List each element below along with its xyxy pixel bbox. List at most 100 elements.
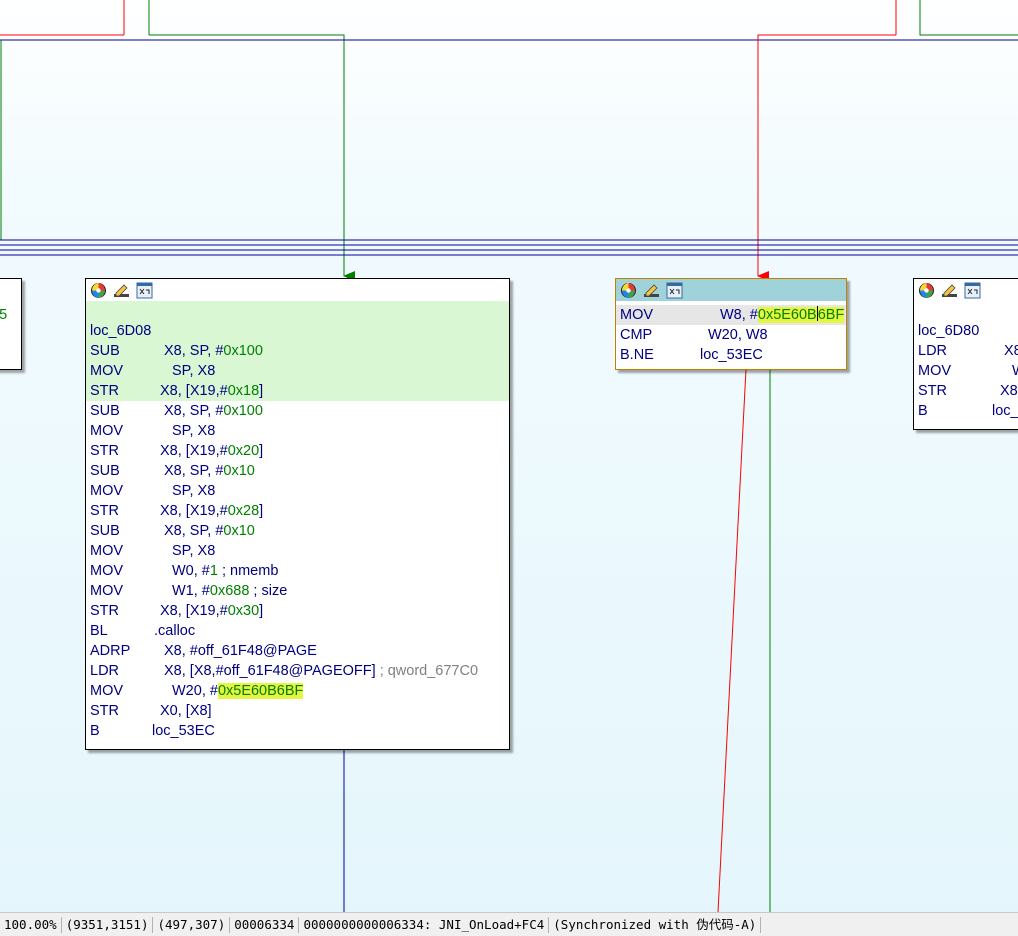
instruction-line[interactable]: SUB X8, SP, #0x10: [86, 521, 509, 541]
instruction-line[interactable]: B.NE loc_53EC: [616, 345, 846, 365]
instruction-operands: W1, #0x688 ; size: [172, 581, 287, 601]
instruction-line[interactable]: MOV SP, X8: [86, 421, 509, 441]
operand-text: ]: [259, 443, 264, 459]
instruction-line[interactable]: STR X8, [X19,#0x28]: [86, 501, 509, 521]
instruction-operands: X8, SP, #0x100: [164, 401, 263, 421]
operand-text: loc_: [992, 403, 1018, 419]
operand-text: X8, [X19,#: [160, 503, 228, 519]
instruction-operands: X8: [1000, 381, 1018, 401]
instruction-mnemonic: MOV: [90, 563, 124, 579]
node-color-icon[interactable]: [918, 282, 935, 299]
instruction-line[interactable]: CMP W20, W8: [616, 325, 846, 345]
instruction-line[interactable]: MOV W: [914, 361, 1018, 381]
instruction-mnemonic: MOV: [90, 363, 124, 379]
status-bar: 100.00% (9351,3151) (497,307) 00006334 0…: [0, 912, 1018, 936]
graph-node-loc-6d08[interactable]: loc_6D08 SUB X8, SP, #0x100 MOV SP, X8 STR X8…: [85, 278, 510, 750]
instruction-mnemonic: B: [90, 723, 100, 739]
instruction-mnemonic: BL: [90, 623, 108, 639]
operand-text: ]: [259, 603, 264, 619]
instruction-line[interactable]: MOV W20, #0x5E60B6BF: [86, 681, 509, 701]
node-color-icon[interactable]: [90, 282, 107, 299]
group-nodes-icon[interactable]: [964, 282, 981, 299]
status-file-offset: 00006334: [230, 916, 300, 933]
instruction-line[interactable]: LDR X8: [914, 341, 1018, 361]
instruction-line[interactable]: SUB X8, SP, #0x10: [86, 461, 509, 481]
instruction-line[interactable]: STR X8: [914, 381, 1018, 401]
operand-text: loc_53EC: [700, 347, 763, 363]
node-body: 05: [0, 301, 21, 325]
instruction-mnemonic: LDR: [918, 343, 948, 359]
instruction-mnemonic: STR: [90, 443, 119, 459]
instruction-operands: loc_53EC: [152, 721, 215, 741]
instruction-operands: X8, [X19,#0x20]: [160, 441, 263, 461]
instruction-line[interactable]: 05: [0, 305, 21, 325]
operand-text: X8, [X19,#: [160, 603, 228, 619]
rename-node-icon[interactable]: [941, 282, 958, 299]
instruction-line[interactable]: MOV SP, X8: [86, 541, 509, 561]
instruction-operands: X8, [X19,#0x28]: [160, 501, 263, 521]
instruction-mnemonic: MOV: [90, 583, 124, 599]
operand-number: 0x18: [227, 383, 260, 399]
rename-node-icon[interactable]: [643, 282, 660, 299]
instruction-line[interactable]: SUB X8, SP, #0x100: [86, 341, 509, 361]
operand-number: 0x688: [209, 583, 250, 599]
instruction-mnemonic: STR: [90, 603, 119, 619]
node-label[interactable]: loc_6D08: [86, 321, 509, 341]
node-color-icon[interactable]: [620, 282, 637, 299]
operand-text: X8, [X8,#off_61F48@PAGEOFF]: [164, 663, 380, 679]
operand-text: X8: [1004, 343, 1018, 359]
instruction-operands: SP, X8: [172, 481, 215, 501]
instruction-operands: loc_: [992, 401, 1018, 421]
operand-text: W20, W8: [708, 327, 768, 343]
group-nodes-icon[interactable]: [666, 282, 683, 299]
graph-node-left-partial[interactable]: 05: [0, 278, 22, 370]
operand-text: X8, [X19,#: [160, 443, 228, 459]
instruction-line[interactable]: MOV W8, #0x5E60B6BF: [616, 305, 846, 325]
instruction-operands: X8, SP, #0x10: [164, 521, 255, 541]
instruction-line[interactable]: LDR X8, [X8,#off_61F48@PAGEOFF] ; qword_6…: [86, 661, 509, 681]
instruction-line[interactable]: SUB X8, SP, #0x100: [86, 401, 509, 421]
operand-number: 0x5E60B6BF: [217, 683, 304, 699]
instruction-line[interactable]: STR X8, [X19,#0x30]: [86, 601, 509, 621]
instruction-mnemonic: SUB: [90, 343, 120, 359]
instruction-line[interactable]: MOV SP, X8: [86, 481, 509, 501]
operand-text: W20, #: [172, 683, 218, 699]
instruction-line[interactable]: BL .calloc: [86, 621, 509, 641]
operand-text: loc_53EC: [152, 723, 215, 739]
instruction-line[interactable]: ADRP X8, #off_61F48@PAGE: [86, 641, 509, 661]
instruction-mnemonic: STR: [90, 383, 119, 399]
instruction-line[interactable]: MOV W1, #0x688 ; size: [86, 581, 509, 601]
operand-text: SP, X8: [172, 363, 216, 379]
instruction-line[interactable]: STR X8, [X19,#0x20]: [86, 441, 509, 461]
instruction-line[interactable]: MOV SP, X8: [86, 361, 509, 381]
operand-text: W: [1012, 363, 1018, 379]
group-nodes-icon[interactable]: [136, 282, 153, 299]
instruction-mnemonic: MOV: [918, 363, 952, 379]
operand-number: 0x28: [227, 503, 260, 519]
instruction-operands: W: [1012, 361, 1018, 381]
node-header: [86, 279, 509, 301]
instruction-mnemonic: STR: [90, 503, 119, 519]
edge-compare-false-out: [717, 368, 747, 912]
instruction-line[interactable]: Bloc_: [914, 401, 1018, 421]
operand-comment: ; qword_677C0: [379, 663, 479, 679]
operand-text: X8, #off_61F48@PAGE: [164, 643, 317, 659]
instruction-operands: X8, [X19,#0x30]: [160, 601, 263, 621]
instruction-line[interactable]: Bloc_53EC: [86, 721, 509, 741]
node-body: SUB X8, SP, #0x100 MOV SP, X8 STR X8, [X19,#0…: [86, 341, 509, 741]
instruction-line[interactable]: MOV W0, #1 ; nmemb: [86, 561, 509, 581]
operand-number: 0x100: [223, 403, 263, 419]
graph-node-compare[interactable]: MOV W8, #0x5E60B6BF CMP W20, W8 B.NE loc_53EC: [615, 278, 847, 370]
node-label[interactable]: loc_6D80: [914, 321, 1018, 341]
rename-node-icon[interactable]: [113, 282, 130, 299]
operand-number: 6BF: [817, 307, 845, 323]
edge-true-top-right: [919, 0, 1018, 36]
operand-number: 0x20: [227, 443, 260, 459]
operand-text: X8: [1000, 383, 1018, 399]
graph-node-loc-6d80[interactable]: loc_6D80 LDR X8 MOV W STR X8 Bloc_: [913, 278, 1018, 430]
instruction-line[interactable]: STR X8, [X19,#0x18]: [86, 381, 509, 401]
status-sync: (Synchronized with 伪代码-A): [549, 916, 762, 933]
instruction-line[interactable]: STR X0, [X8]: [86, 701, 509, 721]
operand-number: 0x5E60B: [757, 307, 817, 323]
instruction-mnemonic: CMP: [620, 327, 653, 343]
